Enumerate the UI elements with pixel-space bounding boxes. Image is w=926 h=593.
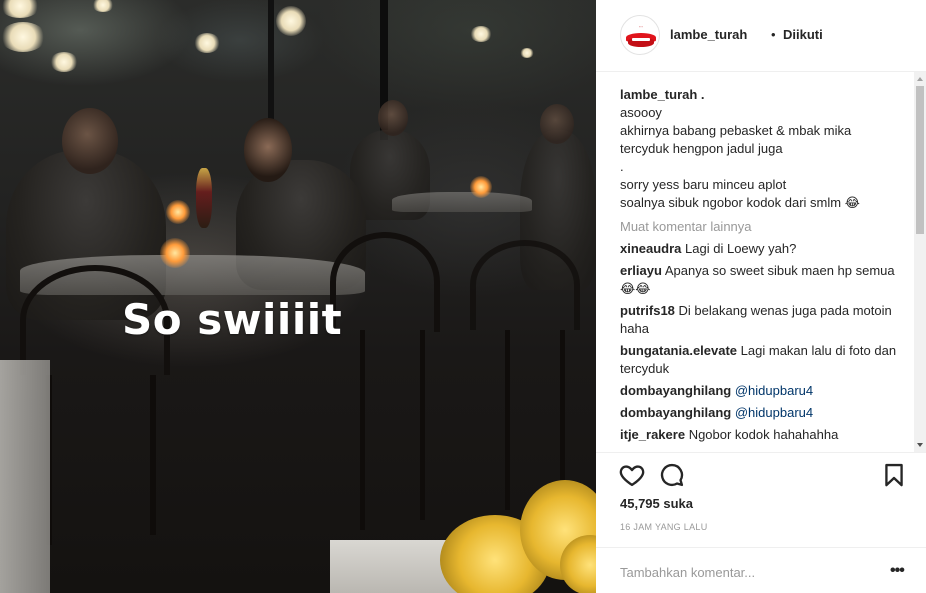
comment-item: erliayu Apanya so sweet sibuk maen hp se… [620, 262, 912, 298]
bookmark-outline-icon[interactable] [880, 461, 908, 489]
back-table [392, 192, 532, 212]
scroll-down-arrow-icon[interactable] [914, 440, 926, 450]
scroll-up-arrow-icon[interactable] [914, 74, 926, 84]
post-header: ··· lambe_turah • Diikuti [596, 0, 926, 72]
comment-mention-link[interactable]: @hidupbaru4 [735, 405, 813, 420]
background-diner-head [378, 100, 408, 136]
comment-item: dombayanghilang @hidupbaru4 [620, 382, 912, 400]
more-options-icon[interactable]: ••• [890, 562, 906, 582]
post-photo[interactable]: So swiiiit [0, 0, 596, 593]
chair-leg [505, 330, 510, 510]
comment-text: Lagi di Loewy yah? [685, 241, 797, 256]
caption-username[interactable]: lambe_turah . [620, 86, 912, 104]
post-actions: 45,795 suka 16 JAM YANG LALU ••• [596, 452, 926, 593]
candle-glow [166, 200, 190, 224]
woman-diner-head [244, 118, 292, 182]
comment-username[interactable]: dombayanghilang [620, 383, 731, 398]
chair-leg [150, 375, 156, 535]
scrollbar-thumb[interactable] [916, 86, 924, 234]
follow-status-button[interactable]: Diikuti [783, 27, 823, 42]
comment-item: itje_rakere Ngobor kodok hahahahha [620, 426, 912, 444]
speech-bubble-icon[interactable] [658, 461, 686, 489]
comment-item: dombayanghilang @hidupbaru4 [620, 404, 912, 422]
comment-username[interactable]: erliayu [620, 263, 662, 278]
candle-glow [470, 176, 492, 198]
comment-username[interactable]: dombayanghilang [620, 405, 731, 420]
comment-text: Apanya so sweet sibuk maen hp semua 😂😂 [620, 263, 895, 296]
chair-leg [420, 330, 425, 520]
ceiling-lamp [0, 22, 46, 52]
flower-vase [196, 168, 212, 228]
comment-text: Ngobor kodok hahahahha [688, 427, 839, 442]
candle-glow [160, 238, 190, 268]
comment-username[interactable]: itje_rakere [620, 427, 685, 442]
ceiling-lamp [0, 0, 40, 18]
caption-line: soalnya sibuk ngobor kodok dari smlm 😂 [620, 195, 860, 210]
comment-item: bungatania.elevate Lagi makan lalu di fo… [620, 342, 912, 378]
caption-line: tercyduk hengpon jadul juga [620, 141, 783, 156]
caption-line: akhirnya babang pebasket & mbak mika [620, 123, 852, 138]
avatar[interactable]: ··· [620, 15, 660, 55]
comment-item: putrifs18 Di belakang wenas juga pada mo… [620, 302, 912, 338]
comments-scrollbar[interactable] [914, 72, 926, 452]
caption-line: sorry yess baru minceu aplot [620, 177, 787, 192]
ceiling-lamp [50, 52, 78, 72]
background-diner-head [540, 104, 574, 144]
ceiling-lamp [276, 6, 306, 36]
comment-username[interactable]: bungatania.elevate [620, 343, 737, 358]
comment-username[interactable]: xineaudra [620, 241, 681, 256]
bentwood-chair [470, 240, 580, 330]
lips-icon-teeth [632, 38, 650, 41]
caption-line: asoooy [620, 105, 662, 120]
header-username[interactable]: lambe_turah [670, 27, 747, 42]
post-timestamp[interactable]: 16 JAM YANG LALU [620, 522, 708, 532]
comment-mention-link[interactable]: @hidupbaru4 [735, 383, 813, 398]
caption-line: . [620, 159, 624, 174]
comment-username[interactable]: putrifs18 [620, 303, 675, 318]
ceiling-lamp [520, 48, 534, 58]
load-more-comments-button[interactable]: Muat komentar lainnya [620, 218, 912, 236]
ceiling-lamp [470, 26, 492, 42]
comments-list[interactable]: lambe_turah . asoooy akhirnya babang peb… [620, 86, 912, 452]
add-comment-input[interactable] [620, 562, 880, 582]
bentwood-chair [330, 232, 440, 332]
add-comment-row: ••• [596, 547, 926, 593]
header-separator: • [771, 27, 776, 42]
heart-outline-icon[interactable] [618, 461, 646, 489]
left-pillar [0, 360, 50, 593]
chair-leg [360, 330, 365, 530]
ceiling-lamp [194, 33, 220, 53]
comment-item: xineaudra Lagi di Loewy yah? [620, 240, 912, 258]
photo-overlay-text: So swiiiit [122, 295, 343, 344]
man-diner-head [62, 108, 118, 174]
ceiling-lamp [92, 0, 114, 12]
avatar-logo-mark: ··· [639, 24, 643, 29]
likes-count[interactable]: 45,795 suka [620, 496, 693, 511]
post-sidebar: ··· lambe_turah • Diikuti lambe_turah . … [596, 0, 926, 593]
